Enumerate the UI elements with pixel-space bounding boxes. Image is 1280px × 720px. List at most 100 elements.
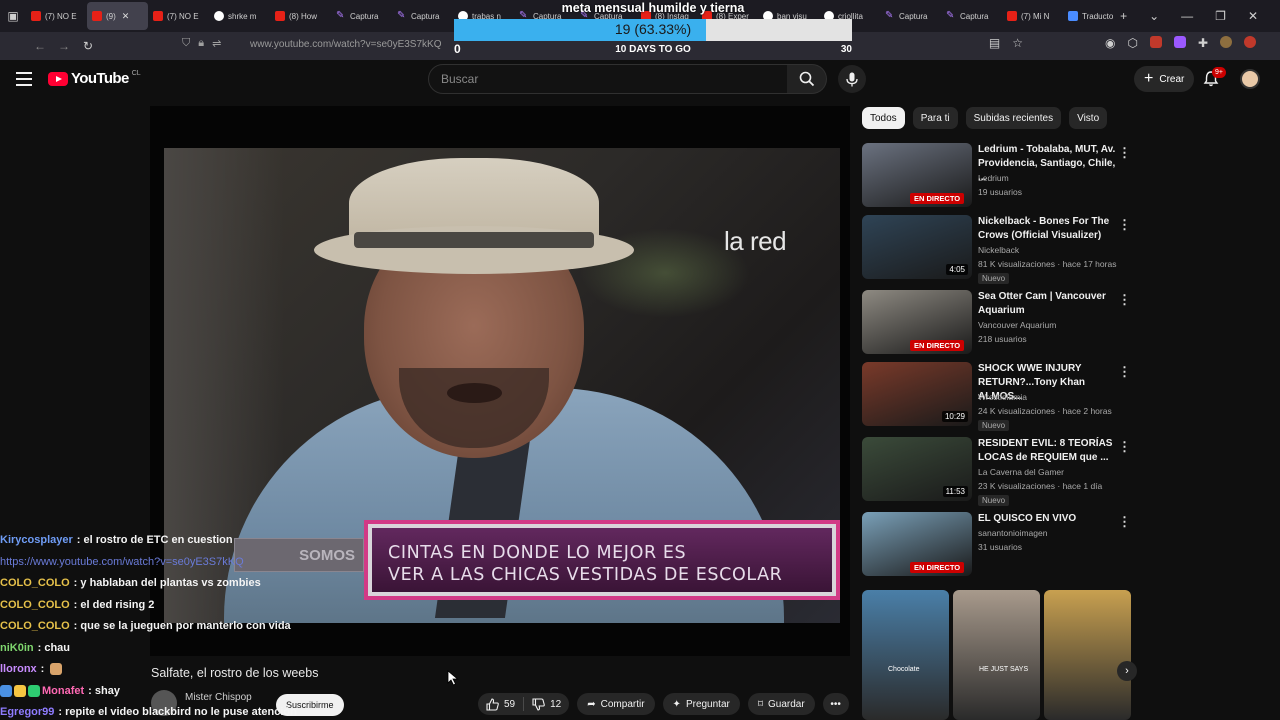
- filter-chip[interactable]: Todos: [862, 107, 905, 129]
- extension-gear-icon[interactable]: [1244, 36, 1256, 48]
- recommended-video[interactable]: EN DIRECTO Ledrium - Tobalaba, MUT, Av. P…: [862, 143, 1142, 209]
- tab-label: Captura: [350, 11, 379, 21]
- video-title[interactable]: RESIDENT EVIL: 8 TEORÍAS LOCAS de REQUIE…: [978, 437, 1118, 465]
- filter-chip[interactable]: Subidas recientes: [965, 107, 1062, 129]
- video-title[interactable]: Sea Otter Cam | Vancouver Aquarium: [978, 290, 1118, 318]
- more-actions-button[interactable]: •••: [822, 693, 849, 715]
- dislike-button[interactable]: 12: [524, 693, 569, 715]
- save-button[interactable]: ⌑ Guardar: [747, 693, 815, 715]
- permissions-icon[interactable]: ⇌: [212, 37, 221, 50]
- back-button[interactable]: ←: [28, 39, 52, 53]
- search-input[interactable]: [429, 65, 787, 93]
- browser-tab[interactable]: (8) How: [270, 2, 331, 30]
- browser-tab[interactable]: (9) ✕: [87, 2, 148, 30]
- browser-tab[interactable]: (7) Mi N: [1002, 2, 1063, 30]
- browser-tab[interactable]: ✎ Captura: [941, 2, 1002, 30]
- puzzle-icon[interactable]: ✚: [1198, 36, 1208, 50]
- chat-username[interactable]: Egregor99: [0, 706, 54, 718]
- chat-username[interactable]: lloronx: [0, 663, 37, 675]
- chat-username[interactable]: COLO_COLO: [0, 577, 70, 589]
- search-button[interactable]: [787, 64, 827, 94]
- minimize-button[interactable]: —: [1181, 9, 1193, 23]
- browser-tab[interactable]: (7) NO E: [26, 2, 87, 30]
- chat-username[interactable]: COLO_COLO: [0, 599, 70, 611]
- more-vertical-icon[interactable]: ⋮: [1118, 145, 1131, 161]
- more-vertical-icon[interactable]: ⋮: [1118, 514, 1131, 530]
- account-icon[interactable]: ◉: [1105, 36, 1115, 50]
- video-channel[interactable]: Vancouver Aquarium: [978, 320, 1056, 330]
- video-thumbnail[interactable]: EN DIRECTO: [862, 512, 972, 576]
- browser-tab[interactable]: shrke m: [209, 2, 270, 30]
- video-channel[interactable]: Nickelback: [978, 245, 1019, 255]
- chat-username[interactable]: COLO_COLO: [0, 620, 70, 632]
- tab-list-chevron-icon[interactable]: ⌄: [1149, 9, 1159, 23]
- browser-tab[interactable]: ✎ Captura: [331, 2, 392, 30]
- recommended-video[interactable]: EN DIRECTO Sea Otter Cam | Vancouver Aqua…: [862, 290, 1142, 356]
- lower-third-caption: CINTAS EN DONDE LO MEJOR ES VER A LAS CH…: [364, 520, 840, 600]
- more-vertical-icon[interactable]: ⋮: [1118, 217, 1131, 233]
- close-window-button[interactable]: ✕: [1248, 9, 1258, 23]
- share-label: Compartir: [600, 698, 645, 710]
- voice-search-button[interactable]: [838, 65, 866, 93]
- forward-button[interactable]: →: [52, 39, 76, 53]
- live-badge: EN DIRECTO: [910, 562, 965, 573]
- recommended-video[interactable]: 4:05 Nickelback - Bones For The Crows (Of…: [862, 215, 1142, 284]
- like-button[interactable]: 59: [478, 693, 523, 715]
- user-avatar[interactable]: [1240, 69, 1260, 89]
- url-security-icons: ⛉ 🔒︎ ⇌: [182, 37, 221, 50]
- tab-label: (9): [106, 11, 116, 21]
- chat-link[interactable]: https://www.youtube.com/watch?v=se0yE3S7…: [0, 556, 244, 568]
- video-thumbnail[interactable]: 11:53: [862, 437, 972, 501]
- video-thumbnail[interactable]: EN DIRECTO: [862, 290, 972, 354]
- share-button[interactable]: ➦ Compartir: [577, 693, 655, 715]
- more-vertical-icon[interactable]: ⋮: [1118, 439, 1131, 455]
- goal-days-label: 10 DAYS TO GO: [615, 44, 691, 55]
- short-thumbnail[interactable]: HE JUST SAYS: [953, 590, 1040, 720]
- recommended-video[interactable]: EN DIRECTO EL QUISCO EN VIVO sanantonioima…: [862, 512, 1142, 578]
- video-thumbnail[interactable]: EN DIRECTO: [862, 143, 972, 207]
- video-channel[interactable]: sanantonioimagen: [978, 528, 1047, 538]
- video-thumbnail[interactable]: 10:29: [862, 362, 972, 426]
- browser-tab[interactable]: Traducto: [1063, 2, 1124, 30]
- short-thumbnail[interactable]: Chocolate: [862, 590, 949, 720]
- video-channel[interactable]: Wrestlelamia: [978, 392, 1027, 402]
- youtube-logo[interactable]: YouTube CL: [48, 70, 141, 87]
- bookmark-star-icon[interactable]: ☆: [1012, 36, 1023, 50]
- browser-tab[interactable]: ✎ Captura: [880, 2, 941, 30]
- shield-icon[interactable]: ⛉: [182, 37, 190, 50]
- more-vertical-icon[interactable]: ⋮: [1118, 364, 1131, 380]
- tab-list-icon[interactable]: ▣: [0, 0, 26, 32]
- reload-button[interactable]: ↻: [76, 39, 100, 53]
- lock-icon[interactable]: 🔒︎: [198, 37, 204, 50]
- extension-purple-icon[interactable]: [1173, 36, 1186, 48]
- create-button[interactable]: + Crear: [1134, 66, 1195, 92]
- shorts-next-button[interactable]: ›: [1117, 661, 1137, 681]
- recommended-video[interactable]: 10:29 SHOCK WWE INJURY RETURN?...Tony Kha…: [862, 362, 1142, 431]
- short-thumbnail[interactable]: [1044, 590, 1131, 720]
- restore-button[interactable]: ❐: [1215, 9, 1226, 23]
- chat-username[interactable]: niK0in: [0, 642, 34, 654]
- close-tab-icon[interactable]: ✕: [122, 11, 130, 22]
- video-thumbnail[interactable]: 4:05: [862, 215, 972, 279]
- video-channel[interactable]: Ledrium: [978, 173, 1009, 183]
- browser-tab[interactable]: (7) NO E: [148, 2, 209, 30]
- address-bar[interactable]: www.youtube.com/watch?v=se0yE3S7kKQ: [250, 39, 441, 50]
- ask-button[interactable]: ✦ Preguntar: [662, 693, 740, 715]
- recommended-video[interactable]: 11:53 RESIDENT EVIL: 8 TEORÍAS LOCAS de R…: [862, 437, 1142, 506]
- chat-username[interactable]: Kirycosplayer: [0, 534, 73, 546]
- chat-username[interactable]: Monafet: [42, 685, 84, 697]
- extension-icon[interactable]: ⬡: [1127, 36, 1137, 50]
- video-title[interactable]: Nickelback - Bones For The Crows (Offici…: [978, 215, 1118, 243]
- video-channel[interactable]: La Caverna del Gamer: [978, 467, 1064, 477]
- new-tab-button[interactable]: +: [1120, 9, 1127, 23]
- browser-extensions: ▤ ☆ ◉ ⬡ ✚: [989, 36, 1256, 50]
- video-title[interactable]: EL QUISCO EN VIVO: [978, 512, 1118, 526]
- browser-tab[interactable]: ✎ Captura: [392, 2, 453, 30]
- extension-avatar-icon[interactable]: [1220, 36, 1232, 48]
- filter-chip[interactable]: Visto: [1069, 107, 1108, 129]
- extension-red-icon[interactable]: [1149, 36, 1162, 48]
- filter-chip[interactable]: Para ti: [912, 107, 958, 129]
- menu-hamburger-icon[interactable]: [16, 72, 32, 90]
- more-vertical-icon[interactable]: ⋮: [1118, 292, 1131, 308]
- reader-view-icon[interactable]: ▤: [989, 36, 1000, 50]
